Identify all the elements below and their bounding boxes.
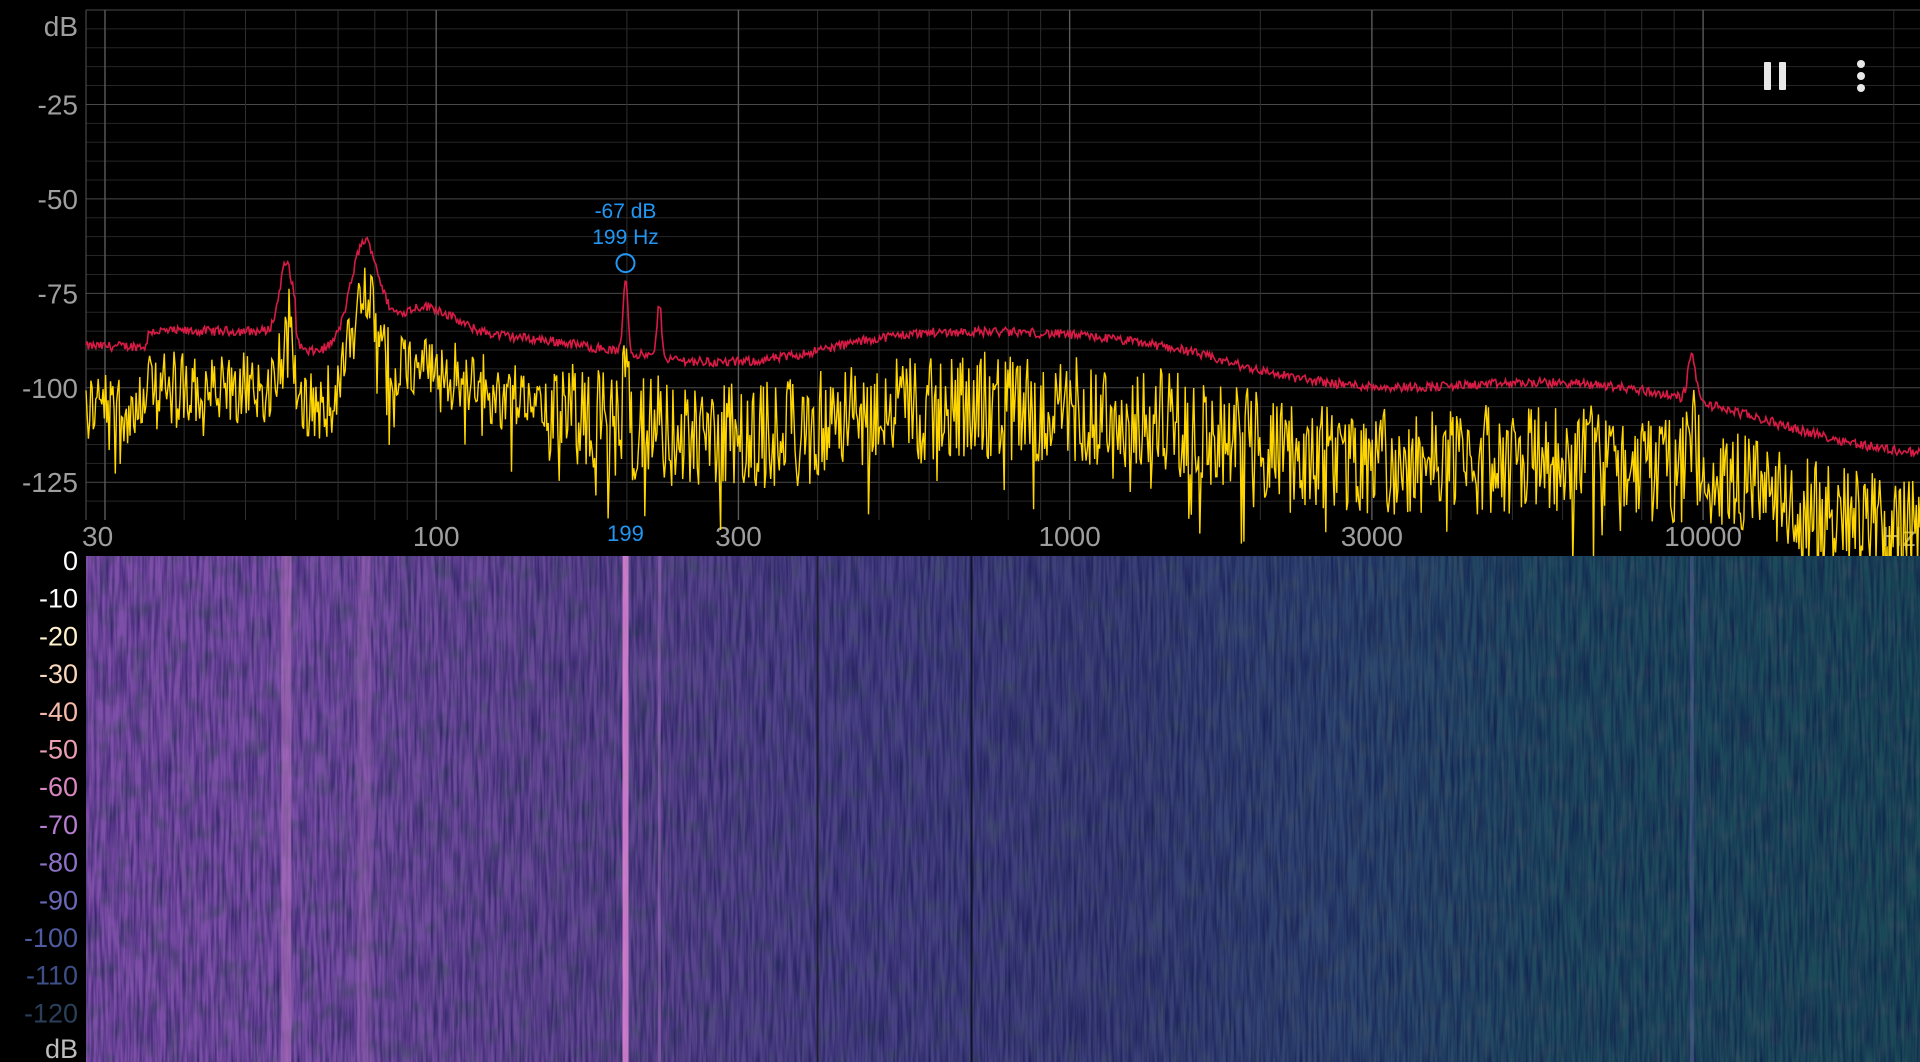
pause-button[interactable] [1756, 56, 1796, 96]
peak-hold-trace [85, 236, 1920, 458]
spectrogram-db-tick: -90 [39, 885, 78, 915]
spectrum-y-axis: dB -25 -50 -75 -100 -125 [22, 11, 78, 498]
x-tick-label: 1000 [1038, 521, 1100, 552]
spectrogram-band [281, 556, 292, 1062]
spectrogram-waterfall[interactable]: dB 0 -10 -20 -30 -40 -50 -60 -70 -80 -90 -100 -110 -… [24, 546, 1920, 1062]
spectrogram-db-tick: -20 [39, 621, 78, 651]
spectrogram-band [970, 556, 973, 1062]
spectrogram-db-unit: dB [45, 1034, 78, 1062]
spectrogram-db-scale: dB 0 -10 -20 -30 -40 -50 -60 -70 -80 -90 -100 -110 -… [24, 546, 78, 1062]
y-tick-label: -50 [38, 184, 78, 215]
spectrogram-db-tick: -100 [24, 923, 78, 953]
x-tick-label: 300 [715, 521, 762, 552]
spectrogram-db-tick: -30 [39, 659, 78, 689]
spectrogram-db-tick: -10 [39, 584, 78, 614]
y-tick-label: -25 [38, 89, 78, 120]
spectrogram-band [622, 556, 629, 1062]
spectrum-plot[interactable]: dB -25 -50 -75 -100 -125 30 100 300 1000 3000 100… [22, 9, 1920, 610]
spectrum-y-unit: dB [44, 11, 78, 42]
peak-marker-circle [615, 253, 636, 274]
spectrogram-db-tick: -70 [39, 810, 78, 840]
y-tick-label: -75 [38, 278, 78, 309]
spectrogram-band [1689, 556, 1694, 1062]
more-vert-icon [1857, 60, 1865, 68]
peak-marker-db-label: -67 dB [595, 200, 657, 223]
x-tick-label: 100 [413, 521, 460, 552]
x-tick-label: 10000 [1664, 521, 1742, 552]
spectrum-x-axis: 30 100 300 1000 3000 10000 Hz [82, 521, 1916, 552]
y-tick-label: -100 [22, 373, 78, 404]
spectrogram-db-tick: -50 [39, 735, 78, 765]
spectrogram-db-tick: 0 [63, 546, 78, 576]
more-options-button[interactable] [1841, 54, 1881, 98]
x-tick-label: 3000 [1341, 521, 1403, 552]
x-tick-label: 30 [82, 521, 113, 552]
y-tick-label: -125 [22, 467, 78, 498]
spectrogram-db-tick: -110 [26, 961, 78, 991]
peak-marker-frequency-tick: 199 [607, 521, 644, 546]
spectrogram-band [657, 556, 661, 1062]
spectrogram-db-tick: -40 [39, 697, 78, 727]
peak-marker-hz-label: 199 Hz [592, 226, 659, 249]
analyzer-canvas: dB -25-50-75-100-125 30 100 300 1000 3000 100… [22, 9, 1920, 1062]
pause-icon [1764, 62, 1771, 90]
spectrogram-band [357, 556, 372, 1062]
spectrogram-db-tick: -60 [39, 772, 78, 802]
spectrogram-band [816, 556, 819, 1062]
spectrogram-db-tick: -120 [24, 998, 78, 1028]
spectrogram-db-tick: -80 [39, 848, 78, 878]
